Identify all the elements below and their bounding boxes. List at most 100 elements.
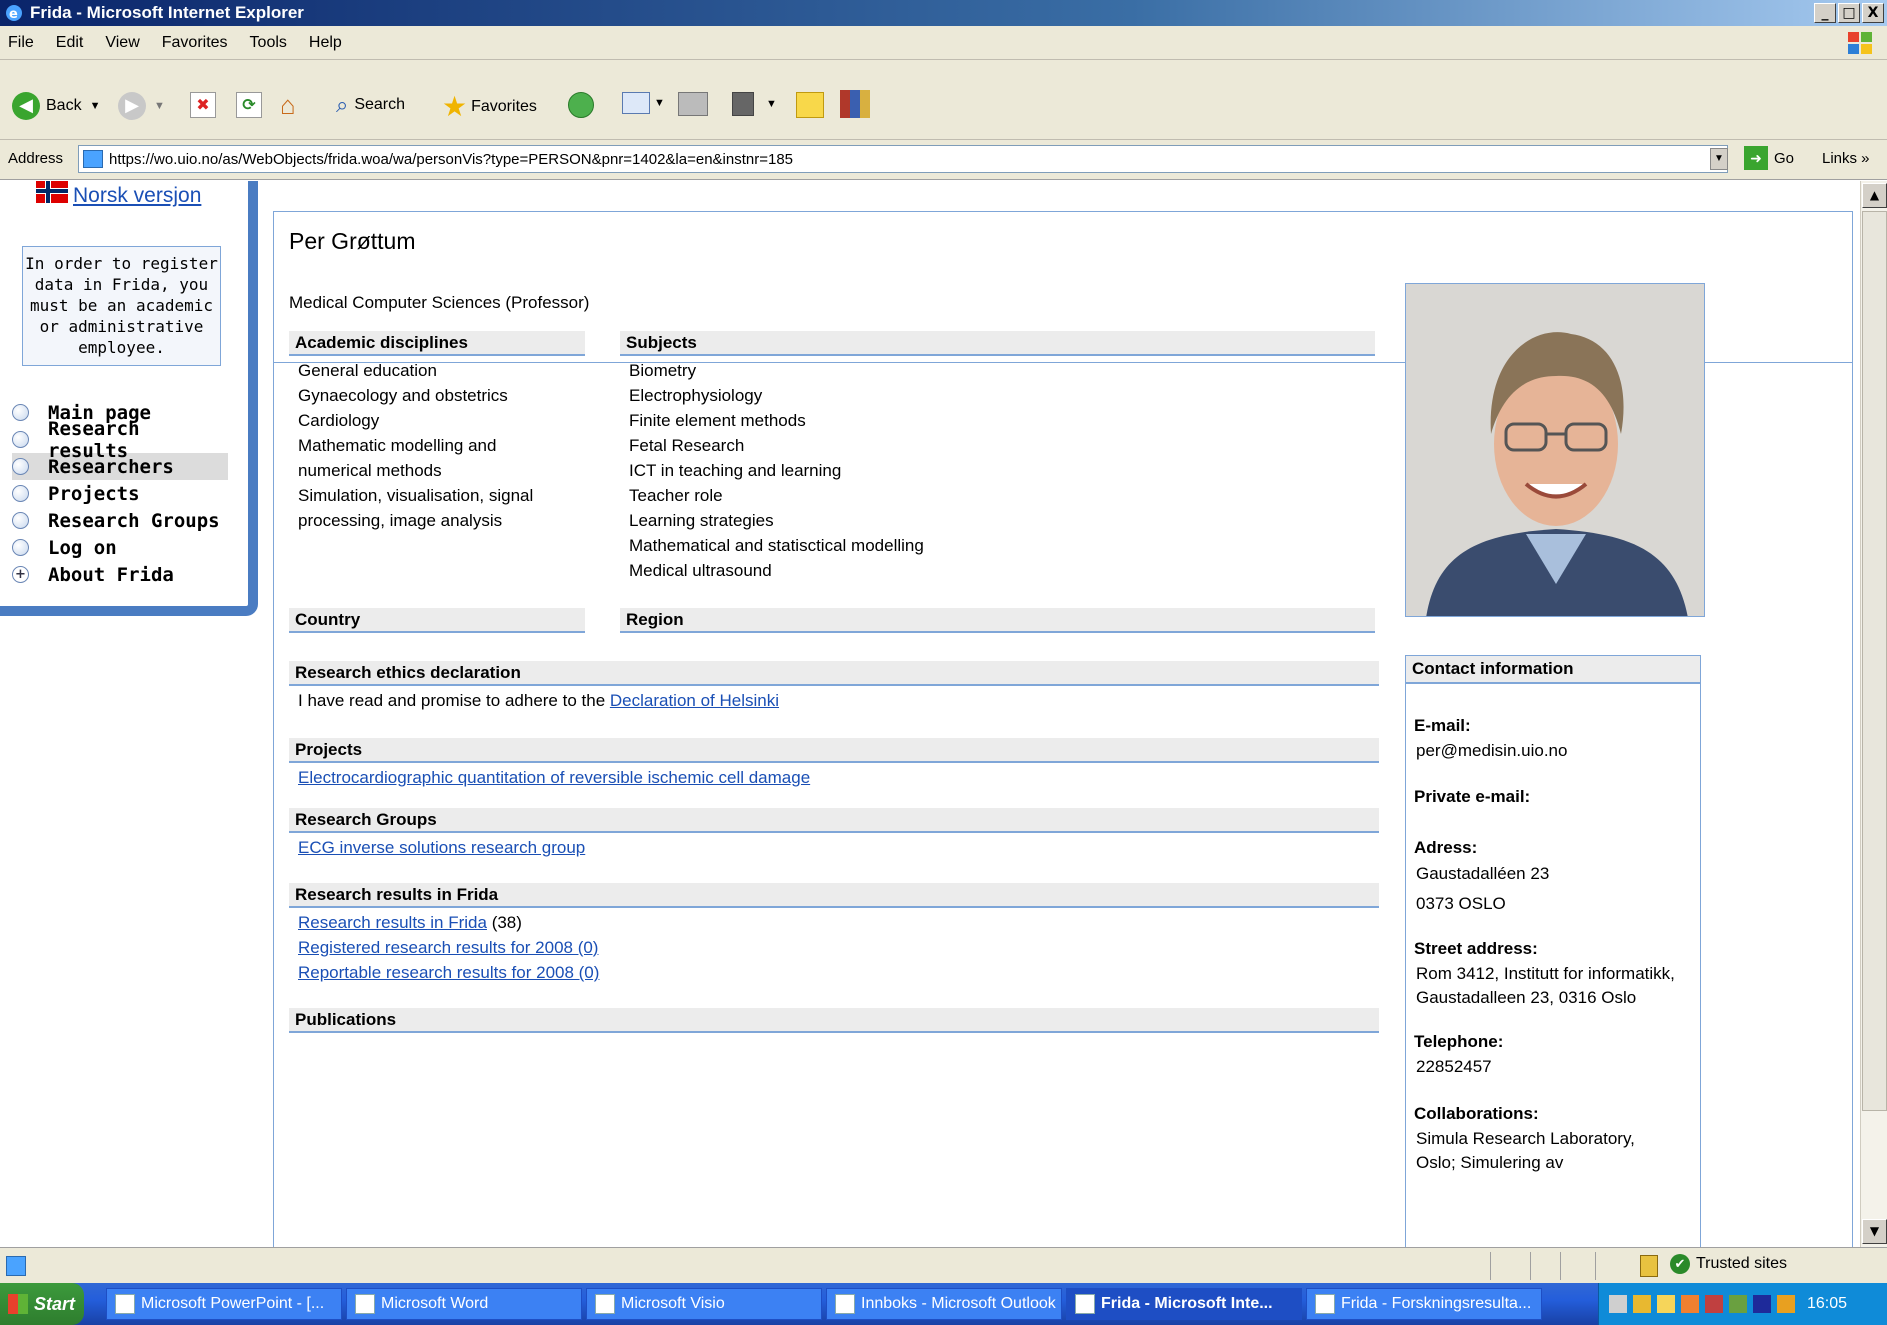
research-results-link[interactable]: Research results in Frida (298, 913, 487, 932)
email-value: per@medisin.uio.no (1416, 741, 1568, 760)
address-input[interactable]: https://wo.uio.no/as/WebObjects/frida.wo… (78, 145, 1728, 173)
academic-disciplines-list: General education Gynaecology and obstet… (298, 358, 533, 533)
mail-button[interactable]: ▼ (622, 92, 665, 114)
ie-icon (1075, 1294, 1095, 1314)
page-viewport: Norsk versjon In order to register data … (0, 181, 1860, 1247)
edit-button[interactable]: ▼ (732, 92, 777, 116)
contact-information-panel: Contact information E-mail: per@medisin.… (1405, 655, 1701, 1247)
lock-icon (1640, 1255, 1658, 1277)
go-button[interactable]: ➜ Go (1744, 146, 1794, 170)
nav-item-about-frida[interactable]: + About Frida (12, 561, 228, 588)
list-item: Cardiology (298, 411, 380, 430)
norwegian-flag-icon (36, 181, 68, 203)
reportable-results-link[interactable]: Reportable research results for 2008 (0) (298, 960, 599, 985)
scroll-down-button[interactable]: ▼ (1862, 1219, 1887, 1244)
list-item: Fetal Research (629, 436, 745, 455)
scroll-thumb[interactable] (1862, 211, 1887, 1111)
scroll-up-button[interactable]: ▲ (1862, 183, 1887, 208)
bullet-icon (12, 539, 29, 556)
vertical-scrollbar[interactable]: ▲ ▼ (1860, 181, 1887, 1247)
menu-file[interactable]: File (8, 34, 34, 52)
favorites-button[interactable]: ★ Favorites (442, 90, 537, 123)
results-count: (38) (486, 913, 522, 932)
forward-button[interactable]: ▶ ▼ (118, 92, 165, 120)
research-button[interactable] (840, 90, 870, 118)
search-button[interactable]: ⌕ Search (336, 92, 405, 118)
research-group-link[interactable]: ECG inverse solutions research group (298, 835, 585, 860)
tray-app-icon[interactable] (1681, 1295, 1699, 1313)
trusted-sites-zone: ✔ Trusted sites (1670, 1254, 1787, 1274)
visio-icon (595, 1294, 615, 1314)
nav-label: About Frida (48, 563, 174, 586)
registered-results-link[interactable]: Registered research results for 2008 (0) (298, 935, 599, 960)
address-dropdown-button[interactable]: ▼ (1710, 148, 1728, 170)
task-label: Microsoft Word (381, 1295, 489, 1312)
norsk-version-link[interactable]: Norsk versjon (73, 184, 201, 208)
home-button[interactable]: ⌂ (280, 90, 296, 121)
taskbar-item-frida-ie[interactable]: Frida - Microsoft Inte... (1066, 1288, 1302, 1320)
minimize-button[interactable]: _ (1814, 3, 1836, 23)
taskbar-item-outlook[interactable]: Innboks - Microsoft Outlook (826, 1288, 1062, 1320)
back-label: Back (46, 97, 82, 114)
stop-icon: ✖ (190, 92, 216, 118)
list-item: Finite element methods (629, 411, 806, 430)
links-button[interactable]: Links » (1822, 150, 1870, 167)
history-button[interactable] (568, 92, 594, 118)
menu-tools[interactable]: Tools (250, 34, 287, 52)
back-button[interactable]: ◀ Back ▼ (12, 92, 100, 120)
contact-information-heading: Contact information (1406, 656, 1700, 684)
list-item: Teacher role (629, 486, 723, 505)
menu-edit[interactable]: Edit (56, 34, 84, 52)
bullet-icon (12, 431, 29, 448)
discuss-button[interactable] (796, 92, 824, 118)
menu-favorites[interactable]: Favorites (162, 34, 228, 52)
nav-item-log-on[interactable]: Log on (12, 534, 228, 561)
taskbar-item-powerpoint[interactable]: Microsoft PowerPoint - [... (106, 1288, 342, 1320)
windows-logo-icon (8, 1294, 28, 1314)
email-label: E-mail: (1414, 716, 1471, 735)
collaborations-label: Collaborations: (1414, 1104, 1539, 1123)
taskbar-item-frida-results[interactable]: Frida - Forskningsresulta... (1306, 1288, 1542, 1320)
window-title: Frida - Microsoft Internet Explorer (30, 3, 304, 22)
task-label: Frida - Forskningsresulta... (1341, 1295, 1532, 1312)
expand-plus-icon: + (12, 566, 29, 583)
list-item: Research results in Frida (38) (298, 910, 599, 935)
bullet-icon (12, 512, 29, 529)
stop-button[interactable]: ✖ (190, 92, 216, 118)
menu-help[interactable]: Help (309, 34, 342, 52)
person-position: Medical Computer Sciences (Professor) (289, 293, 590, 312)
print-button[interactable] (678, 92, 708, 116)
tray-app-icon[interactable] (1633, 1295, 1651, 1313)
taskbar-item-visio[interactable]: Microsoft Visio (586, 1288, 822, 1320)
edit-icon (732, 92, 754, 116)
maximize-button[interactable]: □ (1838, 3, 1860, 23)
project-link[interactable]: Electrocardiographic quantitation of rev… (298, 765, 810, 790)
menu-view[interactable]: View (105, 34, 139, 52)
list-item: Simulation, visualisation, signal (298, 486, 534, 505)
nav-label: Researchers (48, 455, 174, 478)
task-label: Innboks - Microsoft Outlook (861, 1295, 1056, 1312)
star-icon: ★ (442, 91, 468, 122)
tray-app-icon[interactable] (1729, 1295, 1747, 1313)
tray-app-icon[interactable] (1609, 1295, 1627, 1313)
nav-item-research-groups[interactable]: Research Groups (12, 507, 228, 534)
list-item: General education (298, 361, 437, 380)
declaration-of-helsinki-link[interactable]: Declaration of Helsinki (610, 691, 779, 710)
taskbar-item-word[interactable]: Microsoft Word (346, 1288, 582, 1320)
close-button[interactable]: X (1862, 3, 1884, 23)
research-results-list: Research results in Frida (38) Registere… (298, 910, 599, 985)
notice-line: data in Frida, you (34, 275, 209, 294)
tray-app-icon[interactable] (1705, 1295, 1723, 1313)
person-photo (1405, 283, 1705, 617)
start-button[interactable]: Start (0, 1283, 84, 1325)
tray-app-icon[interactable] (1657, 1295, 1675, 1313)
person-name: Per Grøttum (289, 228, 416, 254)
refresh-button[interactable]: ⟳ (236, 92, 262, 118)
system-tray: 16:05 (1598, 1283, 1887, 1325)
research-results-heading: Research results in Frida (289, 883, 1379, 908)
history-icon (568, 92, 594, 118)
tray-app-icon[interactable] (1753, 1295, 1771, 1313)
tray-app-icon[interactable] (1777, 1295, 1795, 1313)
nav-item-research-results[interactable]: Research results (12, 418, 228, 462)
nav-item-projects[interactable]: Projects (12, 480, 228, 507)
